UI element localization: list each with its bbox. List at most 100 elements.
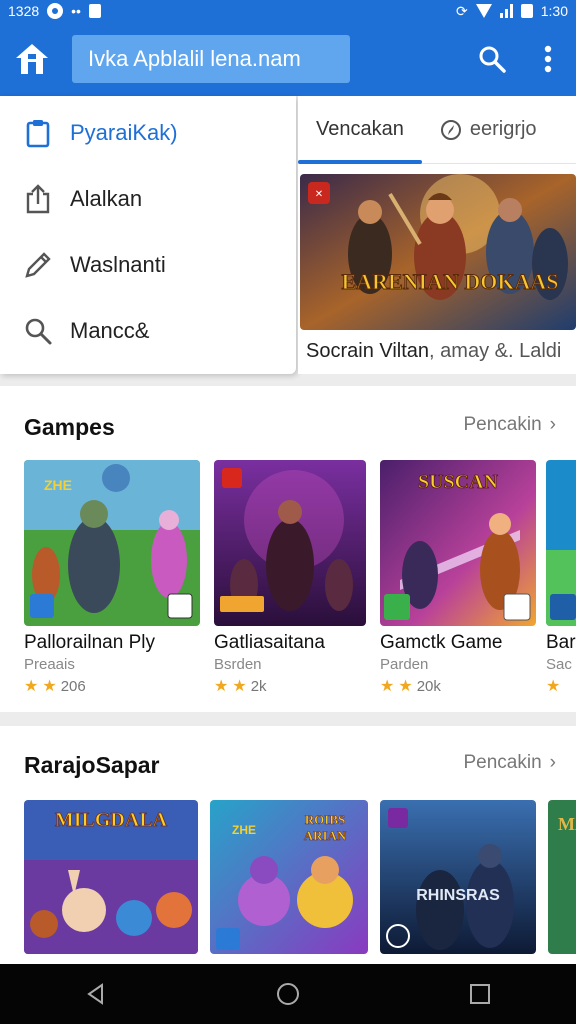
svg-text:ARIAN: ARIAN (304, 828, 347, 843)
app-developer: Sac (546, 656, 572, 673)
app-card[interactable]: ZHE ROIBS ARIAN (210, 800, 368, 964)
app-card[interactable]: Gatliasaitana Bsrden ★ ★ 2k (214, 460, 366, 700)
featured-art-title: EARENIAN DOKAAS (342, 269, 559, 294)
svg-text:MA: MA (558, 814, 576, 834)
notification-icon (47, 3, 64, 19)
system-nav-bar (0, 964, 576, 1024)
drawer-item-label: PyaraiKak) (70, 120, 178, 145)
status-bar: 1328 •• ⟳ 1:30 (0, 0, 576, 22)
app-art: ZHE (24, 460, 200, 626)
featured-caption: Socrain Viltan, amay &. Laldi (306, 340, 561, 363)
svg-text:MILGDALA: MILGDALA (55, 809, 168, 831)
sim-icon (88, 4, 101, 18)
featured-banner[interactable]: ✕ EARENIAN DOKAAS (300, 174, 576, 330)
svg-text:ZHE: ZHE (44, 477, 72, 493)
app-card[interactable]: MA (548, 800, 576, 964)
svg-text:ZHE: ZHE (232, 823, 256, 837)
featured-caption-main: Socrain Viltan (306, 340, 430, 362)
section-more-link[interactable]: Pencakin › (464, 752, 557, 774)
home-circle-icon (277, 983, 299, 1005)
app-name: Gamctk Game (380, 632, 503, 653)
section-more-link[interactable]: Pencakin › (464, 414, 557, 436)
app-rating: ★ (546, 676, 560, 696)
rating-count: 20k (416, 677, 441, 695)
drawer-item-pyaraikak[interactable]: PyaraiKak) (0, 100, 296, 166)
star-icon: ★ (380, 678, 395, 695)
more-vert-icon (544, 45, 552, 73)
app-name: Gatliasaitana (214, 632, 325, 653)
app-card[interactable]: RHINSRAS (380, 800, 536, 964)
dots-icon: •• (71, 3, 81, 19)
status-time-left: 1328 (8, 3, 40, 19)
status-time-right: 1:30 (540, 3, 568, 19)
rating-count: 206 (60, 677, 86, 695)
app-card[interactable]: SUSCAN Gamctk Game Parden ★ ★ 20k (380, 460, 536, 700)
drawer-item-alalkan[interactable]: Alalkan (0, 166, 296, 232)
back-icon (87, 983, 103, 1005)
app-art: RHINSRAS (380, 800, 536, 954)
chevron-right-icon: › (549, 752, 556, 773)
back-button[interactable] (66, 964, 126, 1024)
tab-vencakan[interactable]: Vencakan (298, 96, 422, 164)
compass-icon (440, 119, 461, 140)
app-name: Bar (546, 632, 576, 653)
section-title: RarajoSapar (24, 752, 160, 778)
featured-caption-rest: , amay &. Laldi (429, 340, 562, 362)
app-art (546, 460, 576, 626)
search-icon (479, 46, 506, 73)
recents-icon (470, 984, 490, 1004)
drawer-item-label: Waslnanti (70, 252, 166, 277)
svg-text:SUSCAN: SUSCAN (418, 471, 499, 493)
overflow-menu-button[interactable] (520, 22, 576, 96)
search-input[interactable]: Ivka Apblalil lena.nam (72, 35, 350, 83)
app-art: ZHE ROIBS ARIAN (210, 800, 368, 954)
sync-icon: ⟳ (456, 2, 468, 19)
app-rating: ★ ★ 206 (24, 676, 86, 696)
share-icon (26, 184, 50, 214)
top-app-bar: Ivka Apblalil lena.nam (0, 22, 576, 96)
star-icon: ★ (24, 678, 39, 695)
drawer-menu: PyaraiKak) Alalkan Waslnanti Mancc& (0, 96, 296, 374)
app-card[interactable]: ZHE Pallorailnan Ply Preaais ★ ★ 206 (24, 460, 200, 700)
svg-text:ROIBS: ROIBS (305, 812, 345, 827)
app-card[interactable]: MILGDALA (24, 800, 198, 964)
star-icon: ★ (214, 678, 229, 695)
battery-icon (520, 4, 533, 18)
drawer-item-mancc[interactable]: Mancc& (0, 298, 296, 364)
app-name: Pallorailnan Ply (24, 632, 155, 653)
tab-bar: Vencakan eerigrjo (298, 96, 576, 164)
pencil-icon (25, 252, 51, 278)
signal-icon (499, 4, 513, 18)
app-card[interactable]: Bar Sac ★ (546, 460, 576, 700)
app-rating: ★ ★ 20k (380, 676, 441, 696)
app-art (214, 460, 366, 626)
star-icon: ★ (232, 678, 247, 695)
svg-text:✕: ✕ (315, 189, 323, 200)
home-nav-button[interactable] (258, 964, 318, 1024)
chevron-right-icon: › (549, 414, 556, 435)
app-art: MILGDALA (24, 800, 198, 954)
drawer-item-waslnanti[interactable]: Waslnanti (0, 232, 296, 298)
app-developer: Parden (380, 656, 429, 673)
app-rating: ★ ★ 2k (214, 676, 267, 696)
tab-eerigrjo[interactable]: eerigrjo (422, 96, 555, 164)
rating-count: 2k (250, 677, 267, 695)
recents-button[interactable] (450, 964, 510, 1024)
star-icon: ★ (42, 678, 57, 695)
featured-art: ✕ EARENIAN DOKAAS (300, 174, 576, 330)
drawer-item-label: Alalkan (70, 186, 143, 211)
app-developer: Bsrden (214, 656, 262, 673)
tab-label: eerigrjo (469, 118, 537, 140)
featured-panel: Vencakan eerigrjo ✕ EARENIAN DOKAAS Socr… (298, 96, 576, 374)
svg-text:RHINSRAS: RHINSRAS (416, 887, 500, 904)
home-button[interactable] (0, 22, 64, 96)
search-icon (25, 318, 52, 345)
tab-indicator (298, 160, 422, 164)
app-art: SUSCAN (380, 460, 536, 626)
app-art: MA (548, 800, 576, 954)
more-label: Pencakin (463, 752, 542, 773)
search-button[interactable] (464, 22, 520, 96)
section-games: Gampes Pencakin › ZHE Pallorailnan Ply P… (0, 386, 576, 712)
home-icon (16, 44, 48, 74)
app-developer: Preaais (24, 656, 75, 673)
